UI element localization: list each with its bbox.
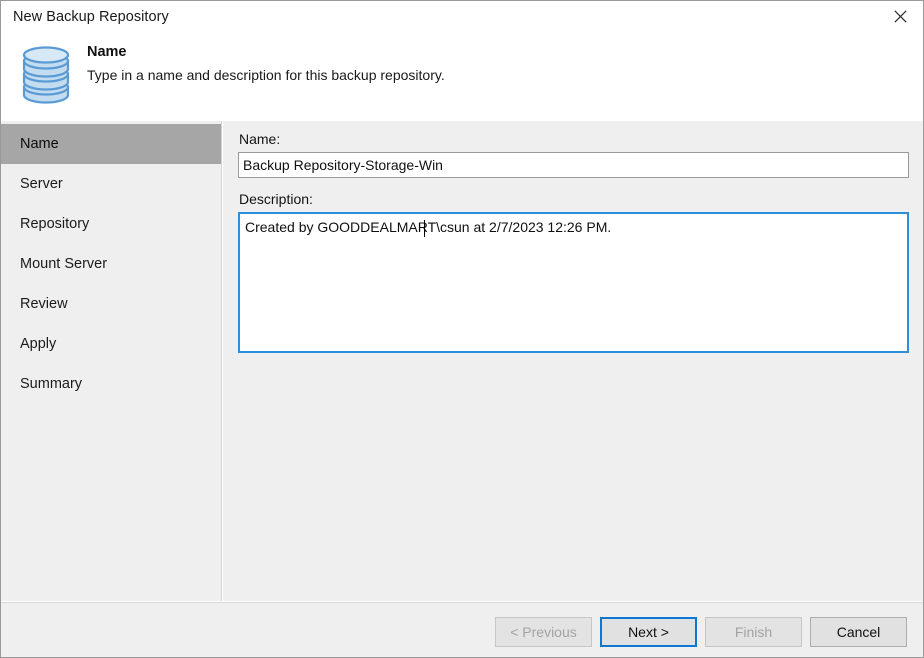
name-input[interactable] — [238, 152, 909, 178]
previous-button[interactable]: < Previous — [495, 617, 592, 647]
sidebar-item-summary[interactable]: Summary — [1, 364, 221, 404]
next-button-label: Next > — [628, 624, 669, 640]
sidebar-item-apply[interactable]: Apply — [1, 324, 221, 364]
finish-button[interactable]: Finish — [705, 617, 802, 647]
sidebar-item-label: Name — [20, 136, 59, 152]
sidebar-item-review[interactable]: Review — [1, 284, 221, 324]
sidebar-item-label: Mount Server — [20, 256, 108, 272]
sidebar-item-server[interactable]: Server — [1, 164, 221, 204]
close-icon[interactable] — [877, 1, 923, 32]
sidebar-item-label: Apply — [20, 336, 57, 352]
description-input-wrapper[interactable] — [238, 212, 909, 353]
previous-button-label: < Previous — [510, 624, 577, 640]
finish-button-label: Finish — [734, 624, 773, 640]
wizard-content-pane: Name: Description: — [223, 121, 923, 601]
text-caret — [424, 220, 425, 237]
sidebar-item-label: Server — [20, 176, 63, 192]
wizard-footer: < Previous Next > Finish Cancel — [1, 602, 923, 657]
page-subtitle: Type in a name and description for this … — [87, 67, 445, 83]
next-button[interactable]: Next > — [600, 617, 697, 647]
cancel-button[interactable]: Cancel — [810, 617, 907, 647]
page-title: Name — [87, 44, 127, 60]
sidebar-item-label: Review — [20, 296, 68, 312]
cancel-button-label: Cancel — [836, 624, 881, 640]
sidebar-item-repository[interactable]: Repository — [1, 204, 221, 244]
window-title: New Backup Repository — [13, 9, 169, 25]
description-textarea[interactable] — [240, 214, 907, 351]
sidebar-item-name[interactable]: Name — [1, 124, 221, 164]
wizard-step-sidebar: Name Server Repository Mount Server Revi… — [1, 121, 222, 601]
new-backup-repository-wizard: New Backup Repository Name Type in a nam… — [0, 0, 924, 658]
sidebar-item-label: Summary — [20, 376, 83, 392]
database-repository-icon — [15, 41, 77, 109]
sidebar-item-label: Repository — [20, 216, 90, 232]
wizard-header: Name Type in a name and description for … — [1, 35, 923, 121]
sidebar-item-mount-server[interactable]: Mount Server — [1, 244, 221, 284]
title-bar: New Backup Repository — [1, 1, 923, 35]
wizard-body: Name Server Repository Mount Server Revi… — [1, 121, 923, 601]
name-field-label: Name: — [239, 131, 281, 147]
description-field-label: Description: — [239, 191, 313, 207]
